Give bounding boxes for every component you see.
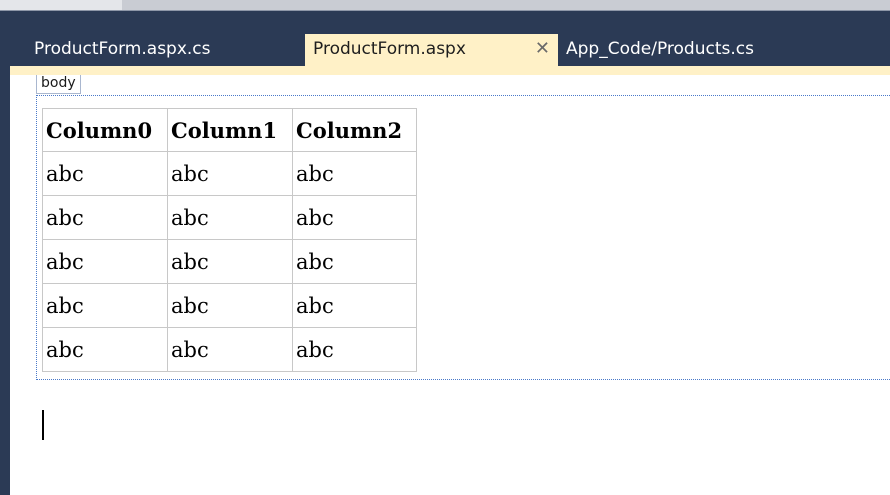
tab-label: ProductForm.aspx (313, 39, 466, 59)
table-cell[interactable]: abc (292, 195, 417, 240)
table-cell[interactable]: abc (167, 195, 293, 240)
ide-window: ProductForm.aspx.cs ProductForm.aspx ✕ A… (0, 0, 890, 495)
table-header-row: Column0 Column1 Column2 (42, 108, 417, 152)
table-cell[interactable]: abc (42, 151, 168, 196)
tab-products-cs[interactable]: App_Code/Products.cs (560, 34, 760, 66)
close-icon[interactable]: ✕ (535, 34, 550, 64)
column-header[interactable]: Column1 (167, 108, 293, 152)
tab-productform-aspx-cs[interactable]: ProductForm.aspx.cs (28, 34, 217, 66)
table-cell[interactable]: abc (292, 327, 417, 372)
top-strip (0, 0, 890, 11)
table-cell[interactable]: abc (292, 283, 417, 328)
table-row: abc abc abc (42, 195, 417, 240)
table-cell[interactable]: abc (292, 151, 417, 196)
document-tab-bar: ProductForm.aspx.cs ProductForm.aspx ✕ A… (0, 11, 890, 66)
tab-productform-aspx[interactable]: ProductForm.aspx ✕ (305, 34, 558, 66)
table-cell[interactable]: abc (42, 327, 168, 372)
active-tab-accent-bar (0, 66, 890, 75)
table-cell[interactable]: abc (42, 283, 168, 328)
table-cell[interactable]: abc (167, 327, 293, 372)
table-cell[interactable]: abc (42, 195, 168, 240)
table-cell[interactable]: abc (42, 239, 168, 284)
table-cell[interactable]: abc (167, 283, 293, 328)
design-table[interactable]: Column0 Column1 Column2 abc abc abc abc … (42, 108, 417, 372)
table-cell[interactable]: abc (167, 151, 293, 196)
tab-label: App_Code/Products.cs (566, 39, 754, 59)
table-row: abc abc abc (42, 151, 417, 196)
body-tag-label[interactable]: body (36, 75, 81, 94)
design-surface[interactable]: body Column0 Column1 Column2 abc abc abc… (10, 75, 890, 495)
top-strip-segment (0, 0, 122, 10)
table-cell[interactable]: abc (167, 239, 293, 284)
column-header[interactable]: Column2 (292, 108, 417, 152)
table-row: abc abc abc (42, 283, 417, 328)
table-cell[interactable]: abc (292, 239, 417, 284)
editor-left-edge (0, 66, 10, 495)
text-caret (42, 410, 44, 440)
table-row: abc abc abc (42, 239, 417, 284)
tab-label: ProductForm.aspx.cs (34, 39, 211, 59)
table-row: abc abc abc (42, 327, 417, 372)
column-header[interactable]: Column0 (42, 108, 168, 152)
